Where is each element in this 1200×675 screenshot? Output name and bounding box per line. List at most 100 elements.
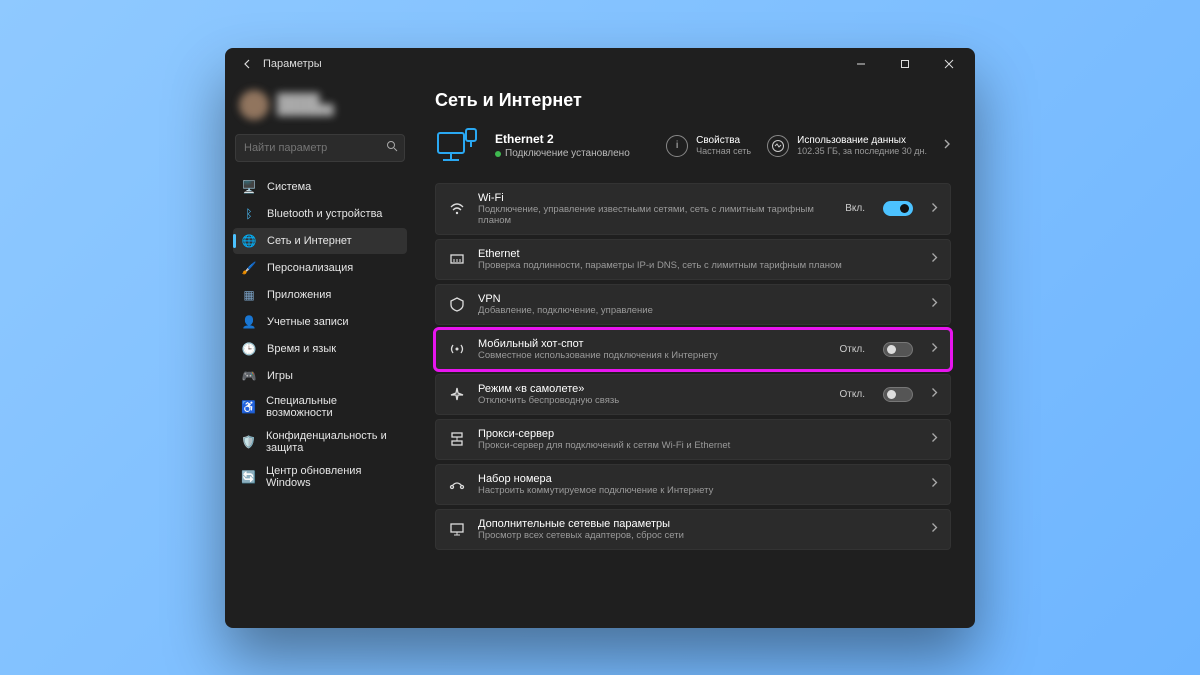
sidebar-item-4[interactable]: ▦ Приложения (233, 282, 407, 308)
card-state-label: Откл. (840, 389, 865, 400)
vpn-icon (448, 296, 466, 312)
card-state-label: Вкл. (845, 203, 865, 214)
sidebar-item-10[interactable]: 🔄 Центр обновления Windows (233, 460, 407, 494)
sidebar-item-9[interactable]: 🛡️Конфиденциальность и защита (233, 425, 407, 459)
chevron-right-icon (931, 250, 938, 268)
card-state-label: Откл. (840, 344, 865, 355)
sidebar-item-label: Сеть и Интернет (267, 235, 352, 247)
airplane-icon (448, 386, 466, 402)
data-usage-link[interactable]: Использование данных 102.35 ГБ, за после… (767, 135, 927, 157)
data-usage-sub: 102.35 ГБ, за последние 30 дн. (797, 146, 927, 156)
card-title: Режим «в самолете» (478, 383, 828, 395)
nav-icon: ▦ (241, 287, 257, 303)
sidebar-item-label: Персонализация (267, 262, 353, 274)
setting-card-ethernet[interactable]: EthernetПроверка подлинности, параметры … (435, 239, 951, 280)
card-title: Дополнительные сетевые параметры (478, 518, 919, 530)
sidebar-item-label: Система (267, 181, 311, 193)
nav-icon: 🕒 (241, 341, 257, 357)
sidebar-item-3[interactable]: 🖌️ Персонализация (233, 255, 407, 281)
connection-hero: Ethernet 2 Подключение установлено i Сво… (435, 123, 951, 169)
card-subtitle: Отключить беспроводную связь (478, 395, 828, 406)
hotspot-icon (448, 341, 466, 357)
connection-name: Ethernet 2 (495, 132, 630, 146)
card-subtitle: Совместное использование подключения к И… (478, 350, 828, 361)
minimize-button[interactable] (839, 48, 883, 80)
card-subtitle: Настроить коммутируемое подключение к Ин… (478, 485, 919, 496)
nav-icon: 🛡️ (241, 434, 256, 450)
nav-icon: 🖌️ (241, 260, 257, 276)
sidebar: ██████████████ 🖥️Система ᛒ Bluetooth и уст… (225, 80, 415, 628)
setting-card-wifi[interactable]: Wi-FiПодключение, управление известными … (435, 183, 951, 235)
search-input[interactable] (244, 142, 386, 154)
user-profile[interactable]: ██████████████ (233, 86, 407, 124)
sidebar-item-label: Время и язык (267, 343, 336, 355)
data-usage-title: Использование данных (797, 135, 927, 146)
back-button[interactable] (237, 58, 259, 70)
toggle-switch[interactable] (883, 201, 913, 216)
chevron-right-icon (931, 430, 938, 448)
main-content: Сеть и Интернет Ethernet 2 Подключение у… (415, 80, 975, 628)
sidebar-item-label: Bluetooth и устройства (267, 208, 382, 220)
card-title: Ethernet (478, 248, 919, 260)
card-title: Прокси-сервер (478, 428, 919, 440)
card-title: VPN (478, 293, 919, 305)
properties-link[interactable]: i Свойства Частная сеть (666, 135, 751, 157)
data-usage-icon (767, 135, 789, 157)
sidebar-item-6[interactable]: 🕒 Время и язык (233, 336, 407, 362)
chevron-right-icon (931, 200, 938, 218)
card-subtitle: Просмотр всех сетевых адаптеров, сброс с… (478, 530, 919, 541)
avatar (239, 90, 269, 120)
titlebar: Параметры (225, 48, 975, 80)
sidebar-item-0[interactable]: 🖥️Система (233, 174, 407, 200)
search-box[interactable] (235, 134, 405, 162)
sidebar-item-1[interactable]: ᛒ Bluetooth и устройства (233, 201, 407, 227)
settings-window: Параметры ██████████████ 🖥️Система ᛒ Bluet… (225, 48, 975, 628)
toggle-switch[interactable] (883, 342, 913, 357)
maximize-button[interactable] (883, 48, 927, 80)
setting-card-airplane[interactable]: Режим «в самолете»Отключить беспроводную… (435, 374, 951, 415)
advanced-icon (448, 521, 466, 537)
properties-title: Свойства (696, 135, 751, 146)
chevron-right-icon (931, 520, 938, 538)
nav-list: 🖥️Система ᛒ Bluetooth и устройства 🌐Сеть и … (233, 174, 407, 494)
card-subtitle: Добавление, подключение, управление (478, 305, 919, 316)
setting-card-vpn[interactable]: VPNДобавление, подключение, управление (435, 284, 951, 325)
close-button[interactable] (927, 48, 971, 80)
setting-card-advanced[interactable]: Дополнительные сетевые параметрыПросмотр… (435, 509, 951, 550)
chevron-right-icon (931, 385, 938, 403)
nav-icon: 🔄 (241, 469, 256, 485)
info-icon: i (666, 135, 688, 157)
sidebar-item-7[interactable]: 🎮 Игры (233, 363, 407, 389)
chevron-right-icon (931, 340, 938, 358)
setting-card-dialup[interactable]: Набор номераНастроить коммутируемое подк… (435, 464, 951, 505)
card-subtitle: Проверка подлинности, параметры IP-и DNS… (478, 260, 919, 271)
settings-list: Wi-FiПодключение, управление известными … (435, 183, 951, 550)
setting-card-proxy[interactable]: Прокси-серверПрокси-сервер для подключен… (435, 419, 951, 460)
nav-icon: ᛒ (241, 206, 257, 222)
dialup-icon (448, 476, 466, 492)
sidebar-item-label: Приложения (267, 289, 331, 301)
page-title: Сеть и Интернет (435, 90, 951, 111)
window-title: Параметры (259, 58, 839, 70)
card-subtitle: Подключение, управление известными сетям… (478, 204, 833, 226)
chevron-right-icon (931, 295, 938, 313)
search-icon (386, 140, 398, 155)
setting-card-hotspot[interactable]: Мобильный хот-спотСовместное использован… (435, 329, 951, 370)
sidebar-item-label: Специальные возможности (266, 395, 399, 419)
nav-icon: 👤 (241, 314, 257, 330)
sidebar-item-2[interactable]: 🌐Сеть и Интернет (233, 228, 407, 254)
nav-icon: ♿ (241, 399, 256, 415)
ethernet-hero-icon (435, 123, 481, 169)
wifi-icon (448, 201, 466, 217)
toggle-switch[interactable] (883, 387, 913, 402)
card-title: Мобильный хот-спот (478, 338, 828, 350)
nav-icon: 🎮 (241, 368, 257, 384)
sidebar-item-label: Игры (267, 370, 293, 382)
sidebar-item-5[interactable]: 👤Учетные записи (233, 309, 407, 335)
sidebar-item-8[interactable]: ♿ Специальные возможности (233, 390, 407, 424)
window-controls (839, 48, 971, 80)
card-title: Wi-Fi (478, 192, 833, 204)
sidebar-item-label: Центр обновления Windows (266, 465, 399, 489)
properties-sub: Частная сеть (696, 146, 751, 156)
ethernet-icon (448, 251, 466, 267)
